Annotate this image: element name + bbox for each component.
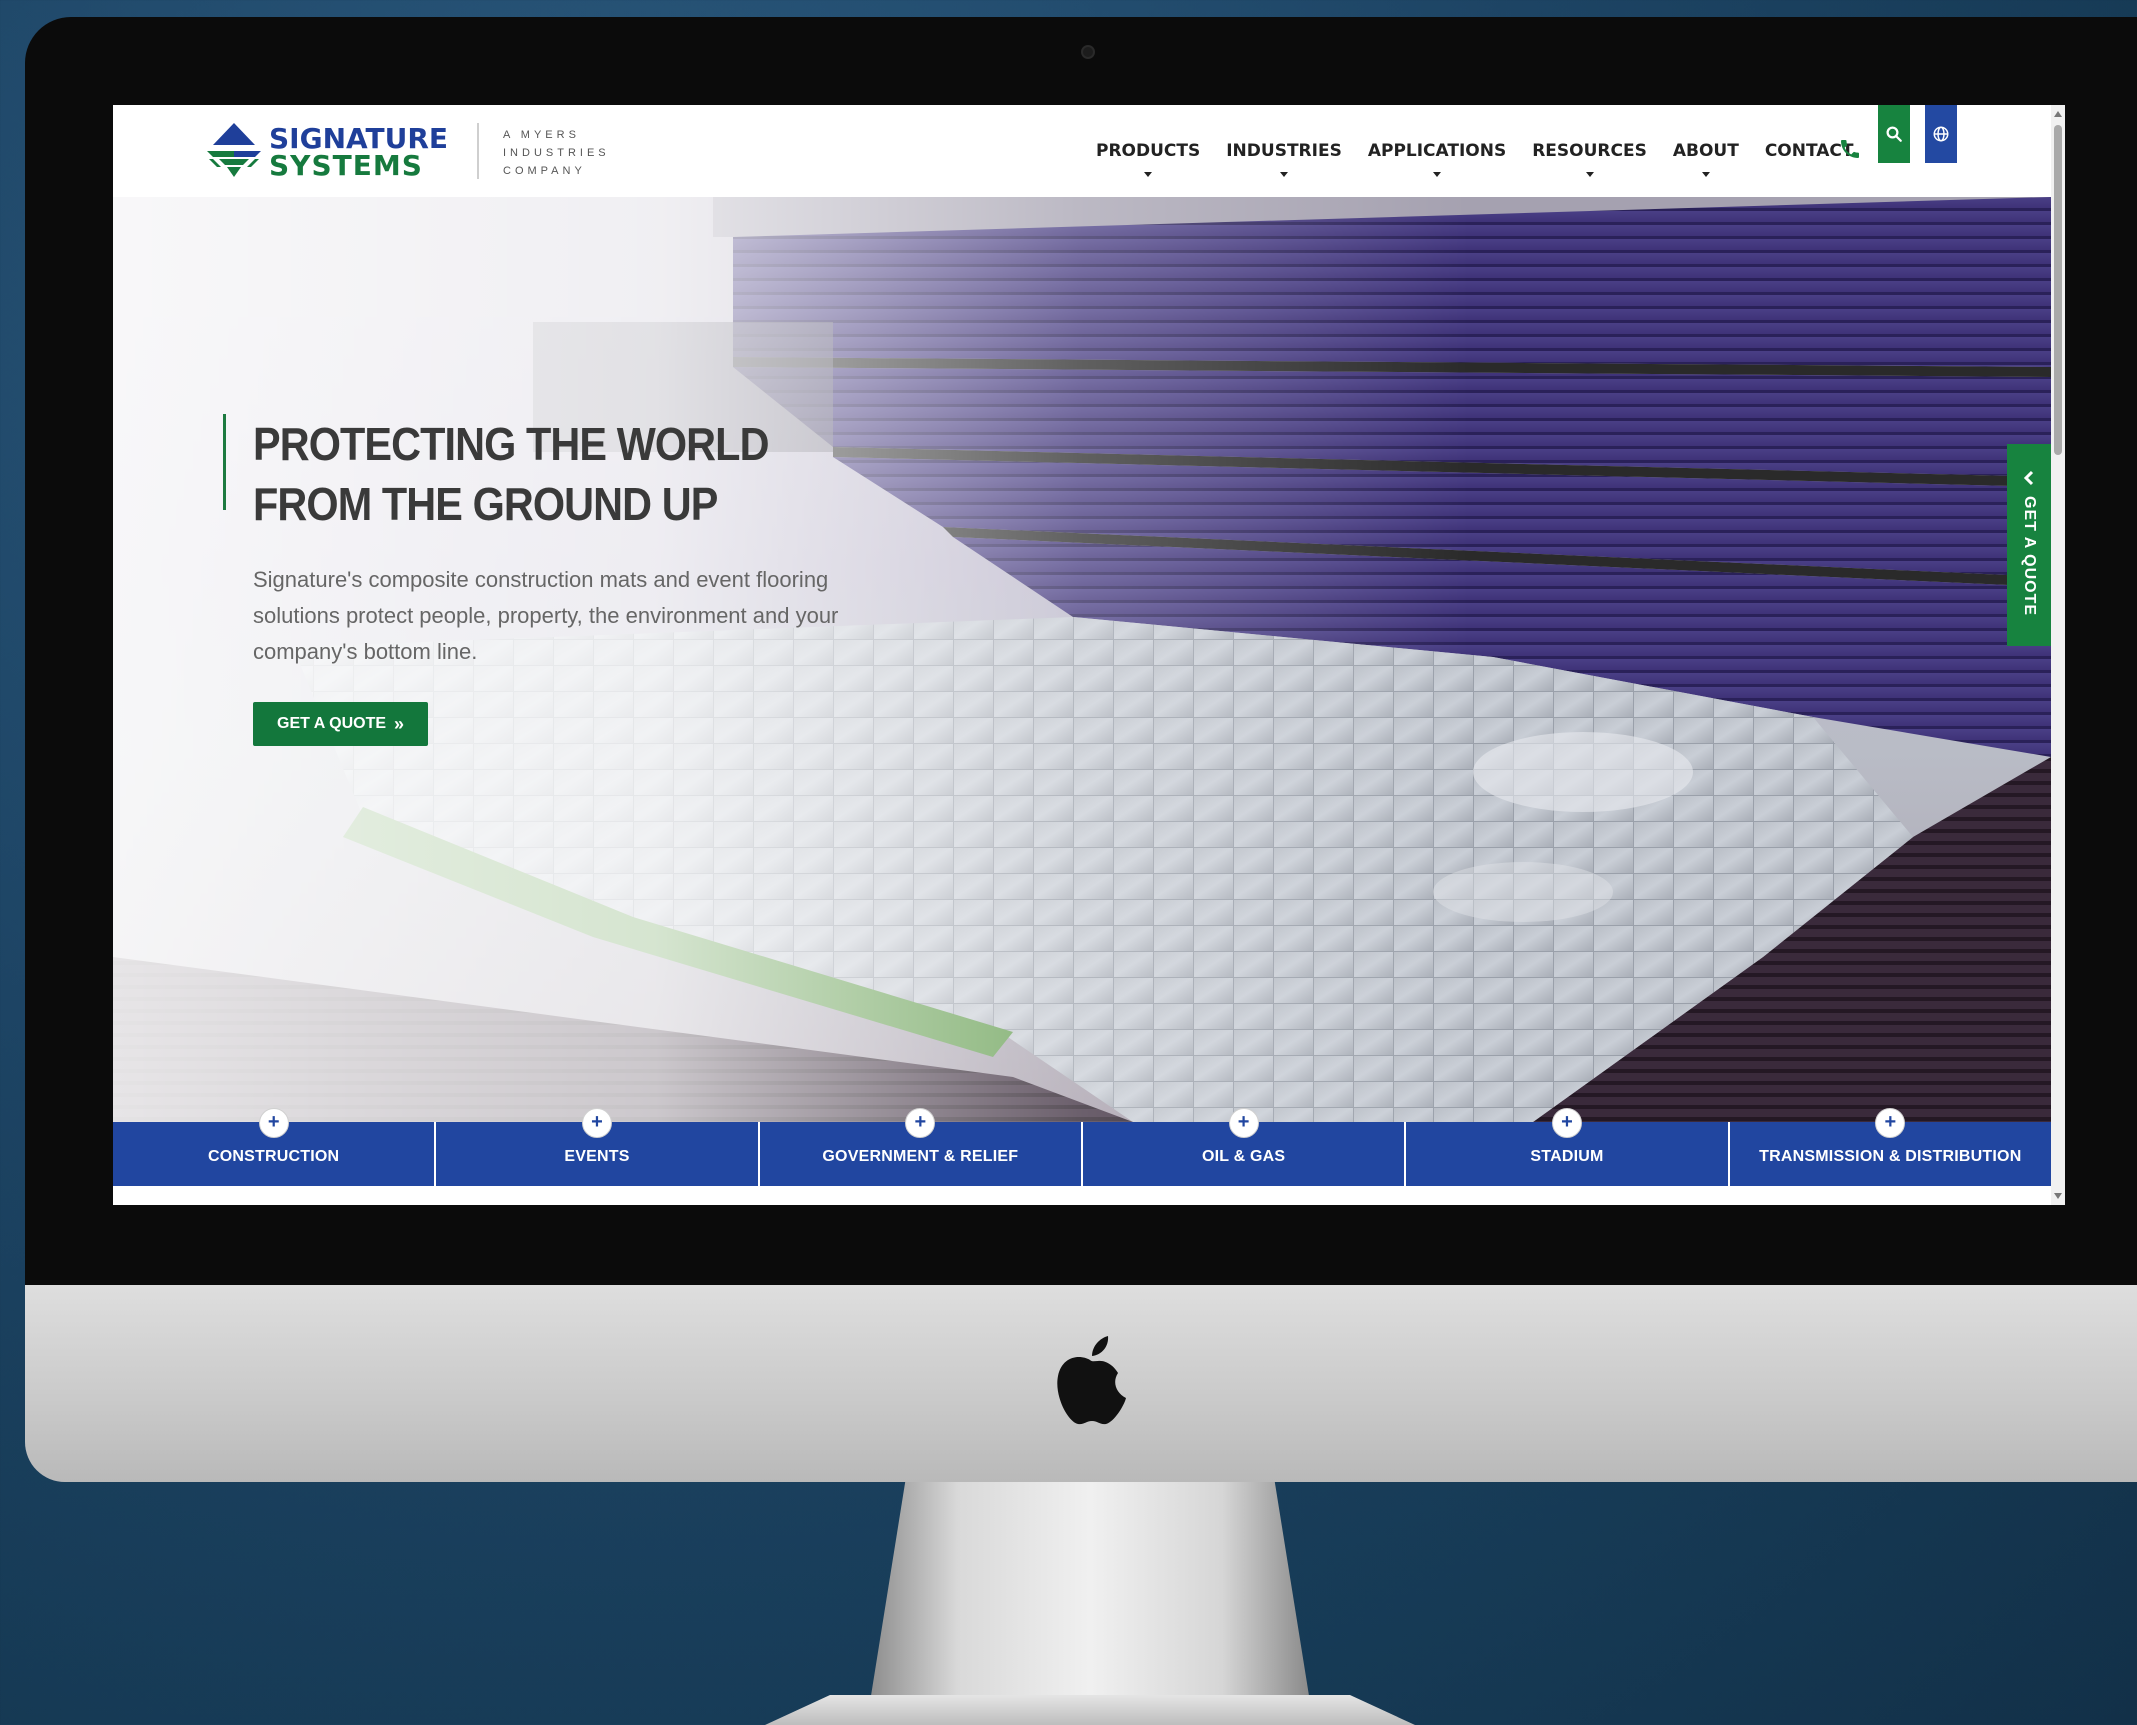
page-scrollbar[interactable] [2051,105,2065,1205]
industry-construction[interactable]: + CONSTRUCTION [113,1108,435,1186]
caret-down-icon [1585,172,1594,177]
chevron-left-icon [2023,470,2034,486]
apple-logo-icon [1057,1336,1126,1425]
logo-mark-icon [207,123,261,177]
industry-label: TRANSMISSION & DISTRIBUTION [1759,1148,2022,1165]
plus-icon[interactable]: + [581,1108,612,1138]
get-a-quote-button[interactable]: GET A QUOTE » [253,702,429,746]
language-button[interactable] [1925,105,1957,163]
plus-icon[interactable]: + [1551,1108,1582,1138]
industry-government-relief[interactable]: + GOVERNMENT & RELIEF [759,1108,1081,1186]
nav-label: APPLICATIONS [1367,141,1507,161]
hero-content: PROTECTING THE WORLD FROM THE GROUND UP … [223,414,923,746]
plus-icon[interactable]: + [905,1108,936,1138]
imac-stand [870,1482,1310,1702]
side-tab-label: GET A QUOTE [2021,496,2038,617]
main-nav: PRODUCTS INDUSTRIES APPLICATIONS RESOURC… [1083,105,1867,197]
plus-icon[interactable]: + [1228,1108,1259,1138]
industry-oil-gas[interactable]: + OIL & GAS [1082,1108,1405,1186]
nav-label: RESOURCES [1532,141,1647,161]
industry-label: STADIUM [1530,1148,1604,1165]
caret-down-icon [1701,172,1710,177]
cta-label: GET A QUOTE [277,715,387,732]
globe-icon [1933,126,1949,142]
nav-label: ABOUT [1672,141,1739,161]
side-get-a-quote-tab[interactable]: GET A QUOTE [2007,444,2051,646]
industry-stadium[interactable]: + STADIUM [1406,1108,1728,1186]
nav-item-resources[interactable]: RESOURCES [1519,105,1660,197]
plus-icon[interactable]: + [258,1108,289,1138]
nav-label: INDUSTRIES [1226,141,1342,161]
site-logo[interactable]: SIGNATURE SYSTEMS A MYERS INDUSTRIES COM… [203,121,623,181]
logo-tagline: A MYERS INDUSTRIES COMPANY [503,129,610,177]
search-button[interactable] [1878,105,1910,163]
industry-label: GOVERNMENT & RELIEF [822,1148,1019,1165]
industry-label: EVENTS [564,1148,630,1165]
site-header: SIGNATURE SYSTEMS A MYERS INDUSTRIES COM… [113,105,2051,197]
industry-bar: + CONSTRUCTION + EVENTS + GOVERNMENT & R… [113,1108,2051,1186]
industry-transmission-distribution[interactable]: + TRANSMISSION & DISTRIBUTION [1729,1108,2051,1186]
phone-icon[interactable] [1838,137,1862,161]
industry-events[interactable]: + EVENTS [436,1108,758,1186]
hero-accent-bar [223,414,226,510]
scroll-down-icon[interactable] [2054,1193,2062,1199]
hero-title: PROTECTING THE WORLD FROM THE GROUND UP [253,418,769,530]
browser-viewport: SIGNATURE SYSTEMS A MYERS INDUSTRIES COM… [113,105,2065,1205]
caret-down-icon [1280,172,1289,177]
imac-stand-foot [765,1695,1415,1725]
nav-item-industries[interactable]: INDUSTRIES [1213,105,1355,197]
logo-name-line2: SYSTEMS [269,149,423,182]
camera-icon [1081,45,1095,59]
logo-divider [477,123,479,179]
nav-label: PRODUCTS [1096,141,1201,161]
logo-wordmark: SIGNATURE SYSTEMS [269,122,449,182]
nav-item-about[interactable]: ABOUT [1660,105,1752,197]
nav-item-products[interactable]: PRODUCTS [1083,105,1213,197]
industry-label: OIL & GAS [1202,1148,1286,1165]
double-chevron-right-icon: » [394,713,405,734]
search-icon [1886,126,1902,142]
logo-name-line1: SIGNATURE [269,122,449,155]
scrollbar-thumb[interactable] [2054,125,2062,455]
industry-label: CONSTRUCTION [208,1148,340,1165]
hero-section: PROTECTING THE WORLD FROM THE GROUND UP … [113,197,2051,1122]
nav-item-applications[interactable]: APPLICATIONS [1355,105,1519,197]
scroll-up-icon[interactable] [2054,111,2062,117]
plus-icon[interactable]: + [1875,1108,1906,1138]
caret-down-icon [1144,172,1153,177]
hero-description: Signature's composite construction mats … [253,567,839,664]
caret-down-icon [1433,172,1442,177]
